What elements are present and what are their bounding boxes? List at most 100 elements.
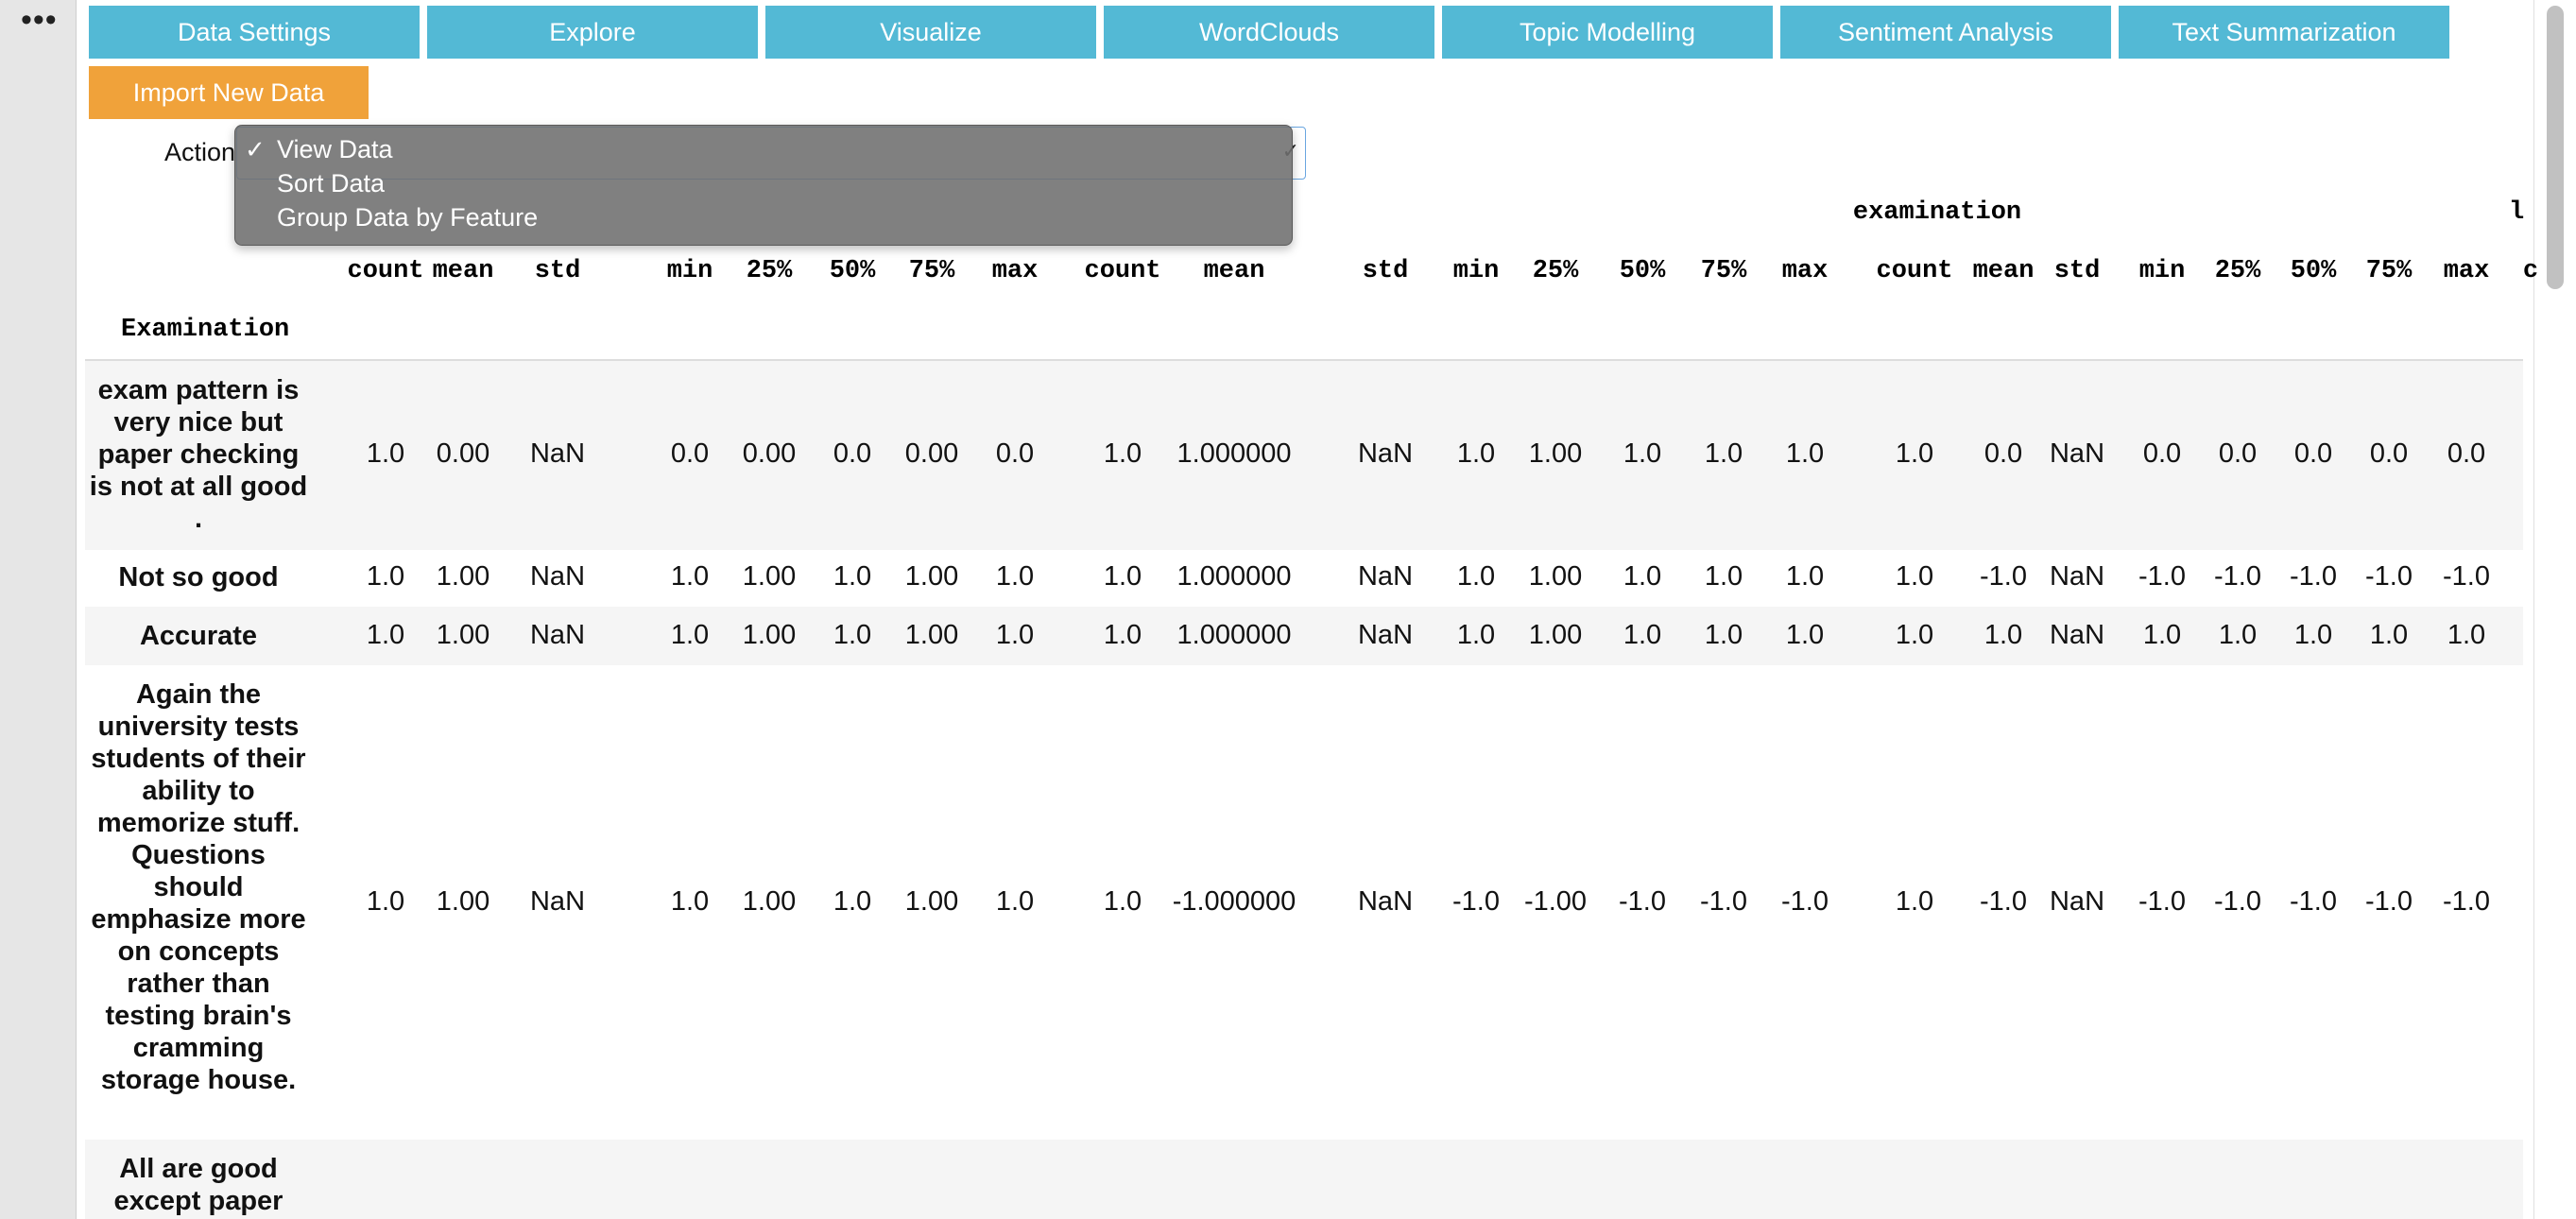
table-cell: 0.0 bbox=[2447, 438, 2486, 469]
table-cell: 0.0 bbox=[2142, 438, 2182, 469]
table-cell: 1.0 bbox=[995, 561, 1035, 592]
table-cell: 1.00 bbox=[904, 886, 959, 917]
tab-explore[interactable]: Explore bbox=[427, 6, 758, 59]
table-cell: 1.0 bbox=[1103, 438, 1142, 469]
table-cell: -1.0 bbox=[1980, 886, 2027, 917]
table-cell: 1.0 bbox=[833, 620, 872, 650]
column-header: count bbox=[347, 257, 424, 285]
table-cell: 0.00 bbox=[904, 438, 959, 469]
table-cell: 0.0 bbox=[1984, 438, 2023, 469]
group-header-clipped: l bbox=[2509, 198, 2525, 227]
column-header: 75% bbox=[908, 257, 955, 285]
table-cell: NaN bbox=[529, 620, 586, 650]
table-cell: -1.000000 bbox=[1172, 886, 1297, 917]
table-cell: -1.00 bbox=[1523, 886, 1588, 917]
table-cell: NaN bbox=[529, 561, 586, 592]
table-cell: 0.0 bbox=[2218, 438, 2258, 469]
table-cell: NaN bbox=[2049, 438, 2105, 469]
column-header: 75% bbox=[1700, 257, 1747, 285]
table-cell: 1.00 bbox=[742, 561, 797, 592]
table-cell: NaN bbox=[2049, 886, 2105, 917]
table-cell: 1.0 bbox=[366, 886, 405, 917]
option-view-data[interactable]: View Data bbox=[277, 135, 393, 164]
table-cell: 1.0 bbox=[2369, 620, 2409, 650]
table-cell: -1.0 bbox=[2138, 886, 2186, 917]
table-cell: -1.0 bbox=[1619, 886, 1666, 917]
table-row: Again the university tests students of t… bbox=[85, 665, 2523, 1140]
column-header: 25% bbox=[746, 257, 793, 285]
table-cell: 1.0 bbox=[366, 620, 405, 650]
table-cell: 1.0 bbox=[2447, 620, 2486, 650]
column-header: max bbox=[991, 257, 1039, 285]
group-header-examination: examination bbox=[1852, 198, 2022, 227]
column-header: mean bbox=[1972, 257, 2035, 285]
ellipsis-icon[interactable]: ••• bbox=[21, 2, 58, 39]
table-cell: 1.0 bbox=[1895, 886, 1934, 917]
table-cell: 1.0 bbox=[1456, 620, 1496, 650]
checkmark-icon: ✓ bbox=[245, 135, 266, 163]
table-cell: 1.00 bbox=[742, 886, 797, 917]
table-cell: -1.0 bbox=[1781, 886, 1829, 917]
table-cell: 1.0 bbox=[366, 561, 405, 592]
table-cell: 1.00 bbox=[436, 886, 490, 917]
table-row: exam pattern is very nice but paper chec… bbox=[85, 361, 2523, 550]
tab-data-settings[interactable]: Data Settings bbox=[89, 6, 420, 59]
table-cell: 0.0 bbox=[995, 438, 1035, 469]
column-header: c bbox=[2522, 257, 2539, 285]
table-cell: -1.0 bbox=[2214, 561, 2261, 592]
row-label: Not so good bbox=[118, 562, 279, 592]
scrollbar-thumb[interactable] bbox=[2547, 6, 2564, 289]
table-cell: NaN bbox=[2049, 561, 2105, 592]
table-cell: 1.0 bbox=[1984, 620, 2023, 650]
table-cell: 1.0 bbox=[1623, 620, 1662, 650]
left-sidebar: ••• bbox=[0, 0, 77, 1219]
table-cell: -1.0 bbox=[2365, 886, 2413, 917]
table-cell: 1.00 bbox=[1528, 561, 1583, 592]
table-cell: -1.0 bbox=[2290, 886, 2337, 917]
column-header: mean bbox=[432, 257, 494, 285]
table-cell: NaN bbox=[1357, 561, 1414, 592]
table-cell: NaN bbox=[1357, 886, 1414, 917]
table-cell: 1.0 bbox=[1103, 620, 1142, 650]
table-cell: 1.0 bbox=[1895, 620, 1934, 650]
column-header: min bbox=[666, 257, 713, 285]
table-cell: 1.0 bbox=[2142, 620, 2182, 650]
tab-topic-modelling[interactable]: Topic Modelling bbox=[1442, 6, 1773, 59]
column-header: std bbox=[534, 257, 581, 285]
vertical-scrollbar[interactable] bbox=[2533, 0, 2576, 1219]
table-cell: 1.0 bbox=[366, 438, 405, 469]
table-cell: NaN bbox=[1357, 438, 1414, 469]
action-label: Action bbox=[164, 138, 236, 166]
tab-text-summarization[interactable]: Text Summarization bbox=[2119, 6, 2449, 59]
table-cell: 1.000000 bbox=[1176, 561, 1292, 592]
row-label: Accurate bbox=[139, 621, 258, 651]
import-new-data-button[interactable]: Import New Data bbox=[89, 66, 369, 119]
table-cell: -1.0 bbox=[1452, 886, 1500, 917]
table-cell: 1.000000 bbox=[1176, 620, 1292, 650]
table-cell: 1.0 bbox=[1456, 438, 1496, 469]
tab-visualize[interactable]: Visualize bbox=[765, 6, 1096, 59]
option-sort-data[interactable]: Sort Data bbox=[277, 169, 385, 198]
table-cell: 1.0 bbox=[1785, 620, 1825, 650]
table-cell: 1.0 bbox=[1785, 438, 1825, 469]
table-cell: 1.0 bbox=[1103, 561, 1142, 592]
table-cell: 1.00 bbox=[436, 620, 490, 650]
option-group-data-by-feature[interactable]: Group Data by Feature bbox=[277, 203, 538, 232]
tab-sentiment-analysis[interactable]: Sentiment Analysis bbox=[1780, 6, 2111, 59]
table-cell: NaN bbox=[1357, 620, 1414, 650]
tab-wordclouds[interactable]: WordClouds bbox=[1104, 6, 1434, 59]
table-cell: 0.00 bbox=[742, 438, 797, 469]
table-cell: 1.0 bbox=[1704, 620, 1743, 650]
table-cell: 1.0 bbox=[670, 561, 710, 592]
table-cell: 1.0 bbox=[1895, 438, 1934, 469]
column-header: mean bbox=[1203, 257, 1265, 285]
column-header: std bbox=[2053, 257, 2101, 285]
table-cell: 1.0 bbox=[1895, 561, 1934, 592]
table-cell: 1.0 bbox=[1704, 438, 1743, 469]
table-cell: 1.0 bbox=[1456, 561, 1496, 592]
table-cell: 0.00 bbox=[436, 438, 490, 469]
table-cell: 1.0 bbox=[670, 886, 710, 917]
table-cell: 1.00 bbox=[436, 561, 490, 592]
table-cell: 1.0 bbox=[995, 886, 1035, 917]
table-cell: NaN bbox=[529, 886, 586, 917]
